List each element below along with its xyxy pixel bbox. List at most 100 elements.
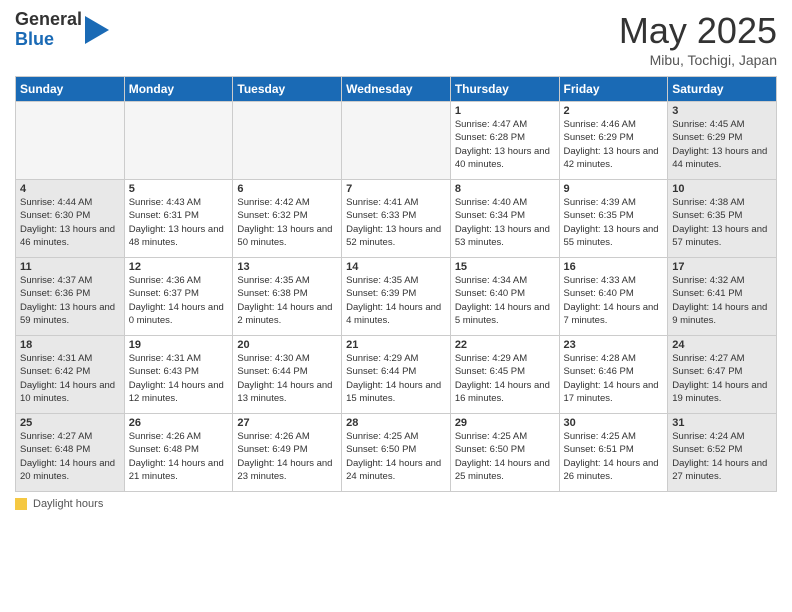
day-info: Sunrise: 4:29 AMSunset: 6:45 PMDaylight:… xyxy=(455,352,555,405)
day-info: Sunrise: 4:30 AMSunset: 6:44 PMDaylight:… xyxy=(237,352,337,405)
day-number: 28 xyxy=(346,417,446,429)
day-number: 22 xyxy=(455,339,555,351)
day-number: 23 xyxy=(564,339,664,351)
day-number: 8 xyxy=(455,183,555,195)
day-info: Sunrise: 4:36 AMSunset: 6:37 PMDaylight:… xyxy=(129,274,229,327)
month-title: May 2025 xyxy=(619,10,777,52)
col-header-friday: Friday xyxy=(559,77,668,102)
day-cell: 8Sunrise: 4:40 AMSunset: 6:34 PMDaylight… xyxy=(450,180,559,258)
day-number: 27 xyxy=(237,417,337,429)
main-container: General Blue May 2025 Mibu, Tochigi, Jap… xyxy=(0,0,792,520)
day-info: Sunrise: 4:32 AMSunset: 6:41 PMDaylight:… xyxy=(672,274,772,327)
day-info: Sunrise: 4:47 AMSunset: 6:28 PMDaylight:… xyxy=(455,118,555,171)
day-info: Sunrise: 4:46 AMSunset: 6:29 PMDaylight:… xyxy=(564,118,664,171)
day-cell: 27Sunrise: 4:26 AMSunset: 6:49 PMDayligh… xyxy=(233,414,342,492)
day-number: 19 xyxy=(129,339,229,351)
day-info: Sunrise: 4:40 AMSunset: 6:34 PMDaylight:… xyxy=(455,196,555,249)
location: Mibu, Tochigi, Japan xyxy=(619,52,777,68)
day-info: Sunrise: 4:31 AMSunset: 6:42 PMDaylight:… xyxy=(20,352,120,405)
col-header-thursday: Thursday xyxy=(450,77,559,102)
day-cell: 16Sunrise: 4:33 AMSunset: 6:40 PMDayligh… xyxy=(559,258,668,336)
day-number: 11 xyxy=(20,261,120,273)
day-info: Sunrise: 4:38 AMSunset: 6:35 PMDaylight:… xyxy=(672,196,772,249)
logo-arrow-icon xyxy=(85,16,109,44)
day-info: Sunrise: 4:26 AMSunset: 6:48 PMDaylight:… xyxy=(129,430,229,483)
logo: General Blue xyxy=(15,10,109,50)
day-info: Sunrise: 4:24 AMSunset: 6:52 PMDaylight:… xyxy=(672,430,772,483)
header: General Blue May 2025 Mibu, Tochigi, Jap… xyxy=(15,10,777,68)
header-row: SundayMondayTuesdayWednesdayThursdayFrid… xyxy=(16,77,777,102)
day-number: 10 xyxy=(672,183,772,195)
day-info: Sunrise: 4:37 AMSunset: 6:36 PMDaylight:… xyxy=(20,274,120,327)
day-number: 16 xyxy=(564,261,664,273)
day-number: 18 xyxy=(20,339,120,351)
week-row-4: 18Sunrise: 4:31 AMSunset: 6:42 PMDayligh… xyxy=(16,336,777,414)
day-cell: 30Sunrise: 4:25 AMSunset: 6:51 PMDayligh… xyxy=(559,414,668,492)
day-cell: 22Sunrise: 4:29 AMSunset: 6:45 PMDayligh… xyxy=(450,336,559,414)
day-number: 30 xyxy=(564,417,664,429)
day-number: 15 xyxy=(455,261,555,273)
day-number: 4 xyxy=(20,183,120,195)
legend: Daylight hours xyxy=(15,498,777,510)
day-info: Sunrise: 4:43 AMSunset: 6:31 PMDaylight:… xyxy=(129,196,229,249)
col-header-monday: Monday xyxy=(124,77,233,102)
day-cell: 24Sunrise: 4:27 AMSunset: 6:47 PMDayligh… xyxy=(668,336,777,414)
day-cell xyxy=(124,102,233,180)
legend-label: Daylight hours xyxy=(33,498,103,510)
day-info: Sunrise: 4:44 AMSunset: 6:30 PMDaylight:… xyxy=(20,196,120,249)
day-info: Sunrise: 4:27 AMSunset: 6:48 PMDaylight:… xyxy=(20,430,120,483)
day-info: Sunrise: 4:27 AMSunset: 6:47 PMDaylight:… xyxy=(672,352,772,405)
day-number: 24 xyxy=(672,339,772,351)
day-info: Sunrise: 4:35 AMSunset: 6:39 PMDaylight:… xyxy=(346,274,446,327)
day-cell: 13Sunrise: 4:35 AMSunset: 6:38 PMDayligh… xyxy=(233,258,342,336)
day-cell: 12Sunrise: 4:36 AMSunset: 6:37 PMDayligh… xyxy=(124,258,233,336)
day-cell: 28Sunrise: 4:25 AMSunset: 6:50 PMDayligh… xyxy=(342,414,451,492)
col-header-wednesday: Wednesday xyxy=(342,77,451,102)
day-cell: 2Sunrise: 4:46 AMSunset: 6:29 PMDaylight… xyxy=(559,102,668,180)
day-cell: 9Sunrise: 4:39 AMSunset: 6:35 PMDaylight… xyxy=(559,180,668,258)
day-number: 31 xyxy=(672,417,772,429)
day-cell: 20Sunrise: 4:30 AMSunset: 6:44 PMDayligh… xyxy=(233,336,342,414)
day-number: 7 xyxy=(346,183,446,195)
week-row-2: 4Sunrise: 4:44 AMSunset: 6:30 PMDaylight… xyxy=(16,180,777,258)
day-number: 21 xyxy=(346,339,446,351)
day-number: 5 xyxy=(129,183,229,195)
day-info: Sunrise: 4:28 AMSunset: 6:46 PMDaylight:… xyxy=(564,352,664,405)
day-cell xyxy=(342,102,451,180)
day-number: 17 xyxy=(672,261,772,273)
day-cell: 6Sunrise: 4:42 AMSunset: 6:32 PMDaylight… xyxy=(233,180,342,258)
day-cell: 31Sunrise: 4:24 AMSunset: 6:52 PMDayligh… xyxy=(668,414,777,492)
day-info: Sunrise: 4:26 AMSunset: 6:49 PMDaylight:… xyxy=(237,430,337,483)
day-cell: 14Sunrise: 4:35 AMSunset: 6:39 PMDayligh… xyxy=(342,258,451,336)
day-info: Sunrise: 4:41 AMSunset: 6:33 PMDaylight:… xyxy=(346,196,446,249)
day-number: 3 xyxy=(672,105,772,117)
day-number: 9 xyxy=(564,183,664,195)
day-cell: 4Sunrise: 4:44 AMSunset: 6:30 PMDaylight… xyxy=(16,180,125,258)
day-number: 13 xyxy=(237,261,337,273)
day-info: Sunrise: 4:29 AMSunset: 6:44 PMDaylight:… xyxy=(346,352,446,405)
day-info: Sunrise: 4:35 AMSunset: 6:38 PMDaylight:… xyxy=(237,274,337,327)
col-header-saturday: Saturday xyxy=(668,77,777,102)
day-info: Sunrise: 4:42 AMSunset: 6:32 PMDaylight:… xyxy=(237,196,337,249)
day-info: Sunrise: 4:39 AMSunset: 6:35 PMDaylight:… xyxy=(564,196,664,249)
day-cell: 11Sunrise: 4:37 AMSunset: 6:36 PMDayligh… xyxy=(16,258,125,336)
day-cell xyxy=(16,102,125,180)
day-info: Sunrise: 4:31 AMSunset: 6:43 PMDaylight:… xyxy=(129,352,229,405)
legend-box xyxy=(15,498,27,510)
day-cell: 7Sunrise: 4:41 AMSunset: 6:33 PMDaylight… xyxy=(342,180,451,258)
day-number: 1 xyxy=(455,105,555,117)
day-cell: 29Sunrise: 4:25 AMSunset: 6:50 PMDayligh… xyxy=(450,414,559,492)
day-cell: 23Sunrise: 4:28 AMSunset: 6:46 PMDayligh… xyxy=(559,336,668,414)
day-number: 12 xyxy=(129,261,229,273)
calendar-table: SundayMondayTuesdayWednesdayThursdayFrid… xyxy=(15,76,777,492)
day-info: Sunrise: 4:45 AMSunset: 6:29 PMDaylight:… xyxy=(672,118,772,171)
day-cell: 3Sunrise: 4:45 AMSunset: 6:29 PMDaylight… xyxy=(668,102,777,180)
week-row-3: 11Sunrise: 4:37 AMSunset: 6:36 PMDayligh… xyxy=(16,258,777,336)
title-block: May 2025 Mibu, Tochigi, Japan xyxy=(619,10,777,68)
day-info: Sunrise: 4:25 AMSunset: 6:50 PMDaylight:… xyxy=(346,430,446,483)
day-cell xyxy=(233,102,342,180)
week-row-5: 25Sunrise: 4:27 AMSunset: 6:48 PMDayligh… xyxy=(16,414,777,492)
day-cell: 26Sunrise: 4:26 AMSunset: 6:48 PMDayligh… xyxy=(124,414,233,492)
day-number: 29 xyxy=(455,417,555,429)
day-number: 26 xyxy=(129,417,229,429)
